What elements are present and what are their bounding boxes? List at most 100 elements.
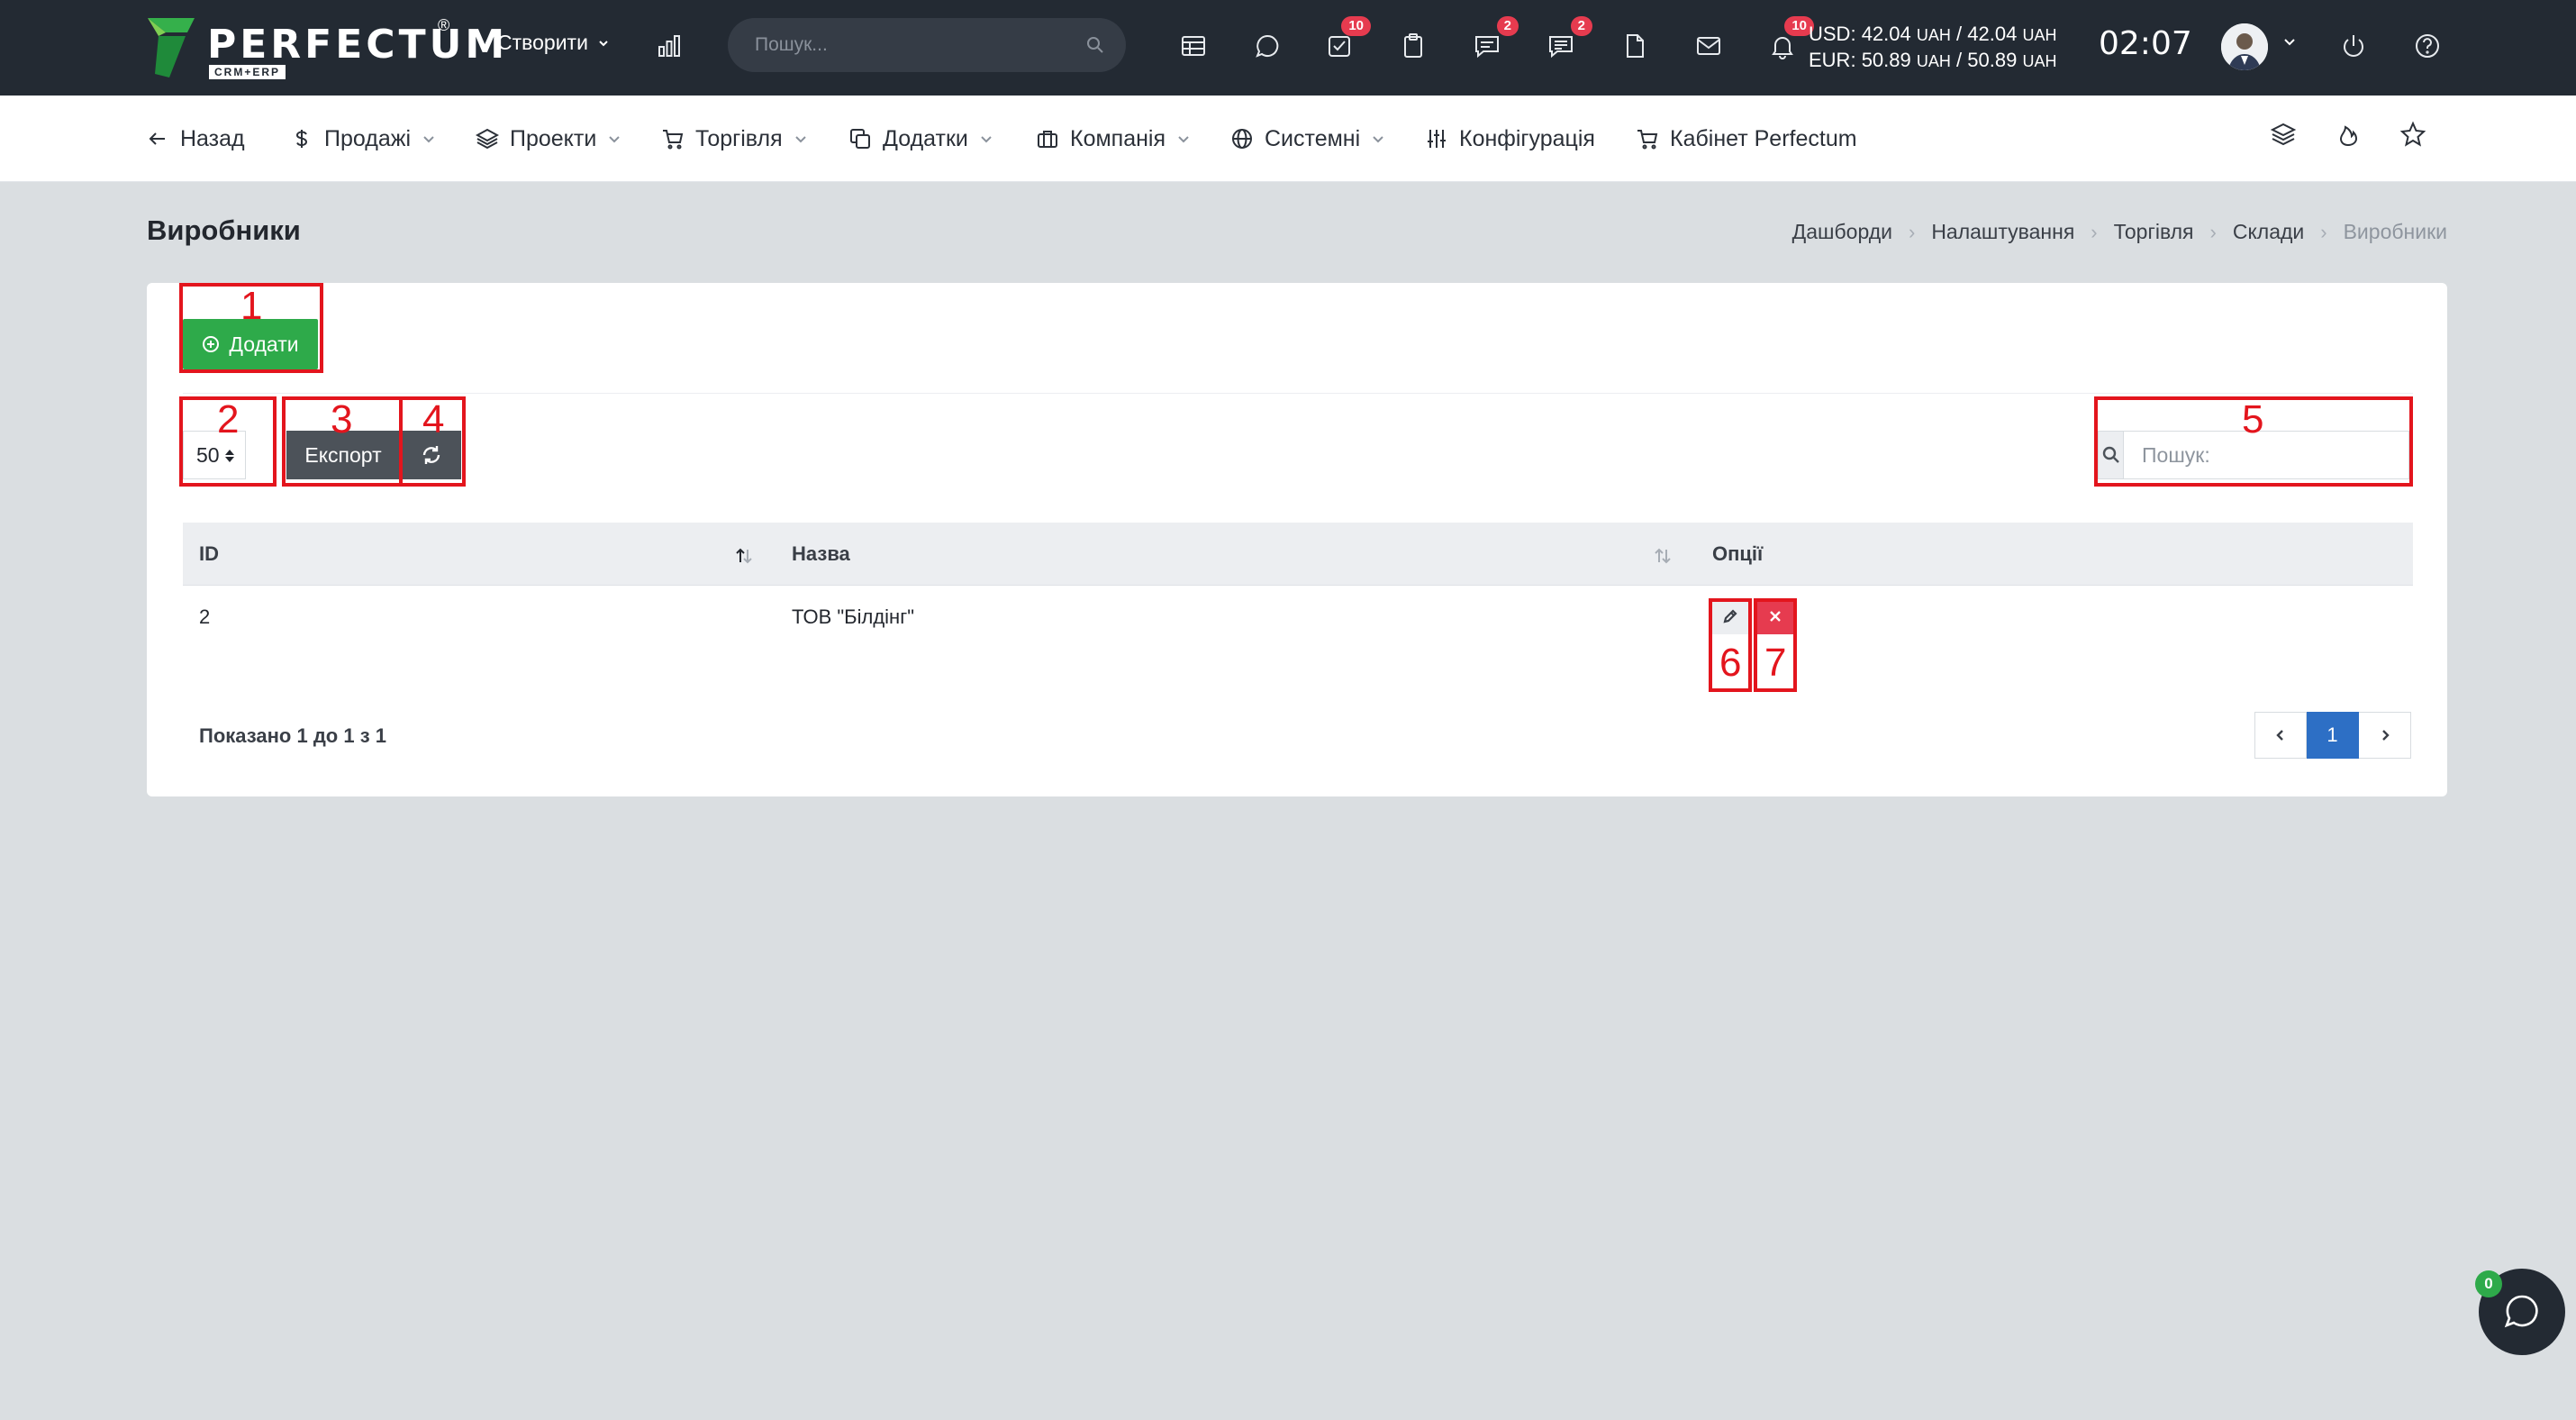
nav-configuration[interactable]: Конфігурація [1425, 123, 1595, 155]
bar-chart-icon[interactable] [652, 29, 686, 63]
messages-badge: 2 [1496, 16, 1519, 36]
breadcrumb-current: Виробники [2343, 220, 2447, 243]
table-info: Показано 1 до 1 з 1 [199, 724, 386, 747]
annotation-number: 1 [240, 284, 263, 328]
cell-id: 2 [199, 605, 211, 628]
top-search-input[interactable] [755, 29, 1061, 61]
chevron-left-icon [2276, 730, 2283, 741]
chat-bubble-icon[interactable] [1250, 29, 1284, 63]
eur-buy: 50.89 [1861, 49, 1911, 71]
usd-rate: USD: 42.04 UAH / 42.04 UAH [1809, 22, 2056, 48]
chevron-down-icon [423, 136, 434, 143]
eur-label: EUR: [1809, 49, 1856, 71]
chevron-right-icon [2381, 730, 2390, 741]
user-avatar-icon [2221, 23, 2268, 70]
avatar[interactable] [2221, 23, 2268, 70]
chevron-down-icon[interactable] [2281, 32, 2299, 50]
create-dropdown[interactable]: Створити [497, 31, 610, 55]
clock: 02:07 [2099, 25, 2192, 62]
messages-icon[interactable]: 2 [1470, 16, 1519, 63]
chevron-down-icon [981, 136, 992, 143]
annotation-number: 6 [1719, 641, 1742, 685]
breadcrumb-warehouses[interactable]: Склади [2233, 220, 2304, 244]
usd-buy: 42.04 [1861, 23, 1911, 45]
chat-unread-badge: 0 [2475, 1270, 2502, 1297]
nav-sales[interactable]: Продажі [290, 123, 436, 155]
star-icon[interactable] [2399, 121, 2430, 151]
column-id[interactable]: ID [199, 542, 219, 566]
comments-badge: 2 [1570, 16, 1592, 36]
arrow-left-icon [149, 132, 165, 145]
layers-icon[interactable] [2270, 121, 2300, 151]
chevron-down-icon [609, 136, 621, 143]
breadcrumb-dashboards[interactable]: Дашборди [1792, 220, 1892, 244]
chevron-down-icon [794, 136, 806, 143]
help-icon[interactable] [2410, 29, 2444, 63]
clipboard-icon[interactable] [1396, 29, 1430, 63]
currency-label: UAH [2022, 52, 2057, 70]
nav-trade[interactable]: Торгівля [661, 123, 808, 155]
nav-addons[interactable]: Додатки [848, 123, 993, 155]
annotation-number: 3 [331, 397, 353, 441]
tasks-badge: 10 [1341, 16, 1371, 36]
nav-system[interactable]: Системні [1230, 123, 1385, 155]
calendar-table-icon[interactable] [1176, 29, 1211, 63]
annotation-number: 5 [2242, 397, 2264, 441]
perfectum-logo[interactable]: PERFECTUM ® CRM+ERP [146, 16, 504, 83]
nav-perfectum-cabinet[interactable]: Кабінет Perfectum [1636, 123, 1857, 155]
briefcase-icon [1038, 131, 1057, 148]
chevron-down-icon [599, 40, 608, 46]
manufacturers-card: Додати 50 Експорт ID Назва Опції 2 ТОВ "… [147, 283, 2447, 796]
document-icon[interactable] [1618, 29, 1652, 63]
nav-back[interactable]: Назад [146, 123, 245, 155]
logo-subtitle: CRM+ERP [209, 65, 286, 79]
sort-both-icon[interactable] [1653, 546, 1673, 566]
main-navigation: Назад Продажі Проекти Торгівля Додатки К… [0, 96, 2576, 182]
column-options: Опції [1712, 542, 1764, 565]
nav-label: Додатки [883, 125, 968, 151]
power-icon[interactable] [2336, 29, 2371, 63]
globe-icon [1232, 129, 1252, 149]
breadcrumb-trade[interactable]: Торгівля [2114, 220, 2194, 244]
fire-icon[interactable] [2335, 121, 2365, 151]
page-title: Виробники [147, 214, 301, 246]
chat-bubble-icon [2504, 1295, 2538, 1328]
task-check-icon[interactable]: 10 [1322, 16, 1371, 63]
sort-asc-icon[interactable] [734, 546, 754, 566]
currency-label: UAH [2022, 26, 2057, 44]
breadcrumb-chevron-icon: › [1908, 220, 1916, 243]
currency-label: UAH [1916, 52, 1951, 70]
create-label: Створити [497, 31, 588, 54]
search-icon[interactable] [1086, 36, 1104, 54]
pagination: 1 [2254, 712, 2411, 759]
logo-mark-icon [148, 18, 195, 77]
mail-icon[interactable] [1692, 29, 1726, 63]
copy-icon [850, 129, 870, 149]
next-page-button[interactable] [2359, 712, 2411, 759]
prev-page-button[interactable] [2254, 712, 2307, 759]
comments-icon[interactable]: 2 [1544, 16, 1592, 63]
bell-icon[interactable]: 10 [1765, 16, 1814, 63]
table-header: ID Назва Опції [183, 523, 2413, 586]
breadcrumb-chevron-icon: › [2091, 220, 2098, 243]
page-button[interactable]: 1 [2307, 712, 2359, 759]
eur-sell: 50.89 [1967, 49, 2018, 71]
cart-icon [663, 130, 684, 150]
column-name[interactable]: Назва [792, 542, 850, 566]
divider [183, 393, 2413, 394]
annotation-number: 2 [217, 397, 240, 441]
chevron-down-icon [1178, 136, 1189, 143]
top-bar: PERFECTUM ® CRM+ERP Створити 10 2 2 [0, 0, 2576, 96]
logo-text: PERFECTUM [207, 22, 509, 68]
table-row: 2 ТОВ "Білдінг" [183, 586, 2413, 669]
eur-rate: EUR: 50.89 UAH / 50.89 UAH [1809, 48, 2056, 74]
exchange-rates: USD: 42.04 UAH / 42.04 UAH EUR: 50.89 UA… [1809, 22, 2056, 74]
breadcrumb-chevron-icon: › [2209, 220, 2217, 243]
sliders-icon [1428, 130, 1446, 148]
breadcrumb-settings[interactable]: Налаштування [1931, 220, 2074, 244]
nav-projects[interactable]: Проекти [476, 123, 621, 155]
nav-label: Конфігурація [1459, 125, 1595, 151]
nav-company[interactable]: Компанія [1036, 123, 1191, 155]
breadcrumb-chevron-icon: › [2320, 220, 2327, 243]
nav-label: Компанія [1070, 125, 1166, 151]
